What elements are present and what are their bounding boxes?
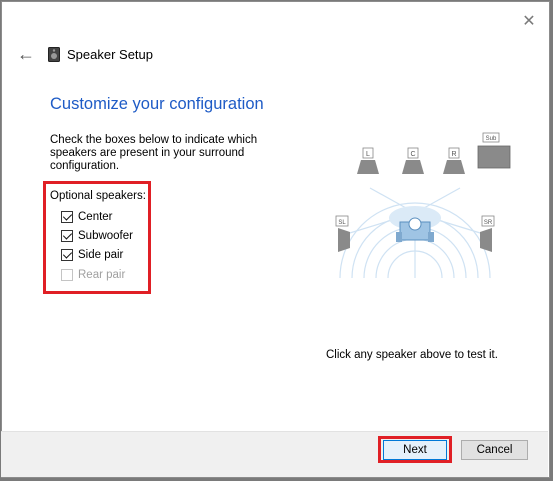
next-button-highlight xyxy=(378,436,452,463)
center-checkbox-row[interactable]: Center xyxy=(61,209,113,225)
rear-pair-checkbox xyxy=(61,269,73,281)
subwoofer-checkbox-row[interactable]: Subwoofer xyxy=(61,228,133,244)
side-pair-label: Side pair xyxy=(78,249,124,261)
side-left-label: SL xyxy=(338,220,346,226)
subwoofer-checkbox[interactable] xyxy=(61,230,73,242)
listener-icon xyxy=(396,217,434,242)
subwoofer-label: Subwoofer xyxy=(78,230,133,242)
left-speaker-label: L xyxy=(366,151,370,158)
speaker-icon xyxy=(48,47,60,62)
side-pair-checkbox[interactable] xyxy=(61,249,73,261)
back-arrow-icon[interactable]: ← xyxy=(16,44,36,64)
subwoofer-label-diagram: Sub xyxy=(486,136,497,142)
rear-pair-label: Rear pair xyxy=(78,269,126,281)
center-checkbox[interactable] xyxy=(61,211,73,223)
optional-speakers-title: Optional speakers: xyxy=(50,190,146,202)
side-pair-checkbox-row[interactable]: Side pair xyxy=(61,247,123,263)
speaker-diagram: L C R Sub SL SR xyxy=(335,132,511,279)
rear-pair-checkbox-row: Rear pair xyxy=(61,267,125,283)
side-right-label: SR xyxy=(484,220,493,226)
cancel-button[interactable]: Cancel xyxy=(461,440,528,460)
right-speaker-label: R xyxy=(451,151,456,158)
close-icon[interactable]: ✕ xyxy=(521,14,537,30)
page-heading: Customize your configuration xyxy=(50,95,264,113)
center-speaker-label: C xyxy=(410,151,415,158)
center-label: Center xyxy=(78,211,113,223)
instructions-text: Check the boxes below to indicate which … xyxy=(50,134,258,172)
window-title: Speaker Setup xyxy=(67,47,154,62)
test-hint-text: Click any speaker above to test it. xyxy=(326,349,498,361)
